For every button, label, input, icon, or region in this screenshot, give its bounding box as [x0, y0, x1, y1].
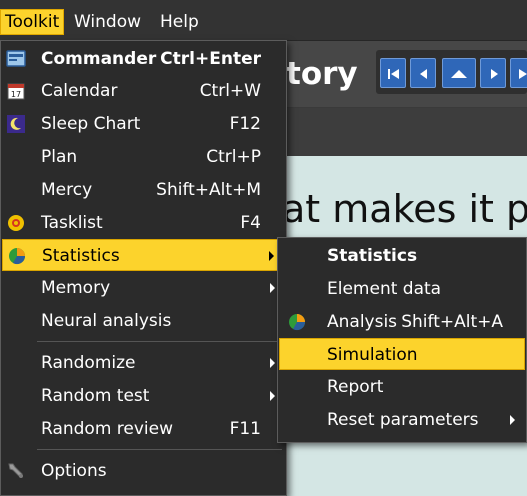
menu-item-label: Report	[327, 377, 384, 397]
shortcut-label: Ctrl+Enter	[160, 49, 261, 69]
menu-item-calendar[interactable]: 17 Calendar Ctrl+W	[2, 75, 285, 107]
submenu-item-element-data[interactable]: Element data	[279, 273, 525, 305]
menu-item-random-test[interactable]: Random test	[2, 380, 285, 412]
menu-separator	[37, 341, 282, 342]
menu-item-label: Options	[41, 461, 107, 481]
menu-item-randomize[interactable]: Randomize	[2, 347, 285, 379]
tasklist-icon	[6, 213, 26, 233]
menubar-help[interactable]: Help	[156, 9, 203, 35]
menu-item-label: Sleep Chart	[41, 114, 141, 134]
window-title: tory	[286, 56, 358, 92]
shortcut-label: F12	[229, 114, 261, 134]
menu-item-label: Commander	[41, 49, 157, 69]
menu-item-label: Randomize	[41, 353, 136, 373]
menu-item-label: Statistics	[327, 246, 418, 266]
submenu-arrow-icon	[270, 391, 275, 401]
shortcut-label: F11	[229, 419, 261, 439]
menu-item-commander[interactable]: Commander Ctrl+Enter	[2, 43, 285, 75]
menu-item-options[interactable]: Options	[2, 455, 285, 487]
submenu-item-reset-parameters[interactable]: Reset parameters	[279, 404, 525, 436]
statistics-submenu: Statistics Element data Analysis Shift+A…	[277, 237, 527, 443]
menu-item-label: Random test	[41, 386, 150, 406]
app-band	[286, 108, 527, 157]
shortcut-label: Shift+Alt+A	[401, 312, 503, 332]
submenu-item-analysis[interactable]: Analysis Shift+Alt+A	[279, 306, 525, 338]
submenu-arrow-icon	[270, 283, 275, 293]
next-icon[interactable]	[480, 58, 506, 88]
svg-text:17: 17	[11, 90, 21, 99]
menu-item-label: Element data	[327, 279, 442, 299]
wrench-icon	[6, 461, 26, 481]
content-text: at makes it p	[282, 187, 527, 231]
menu-item-label: Neural analysis	[41, 311, 172, 331]
menu-item-random-review[interactable]: Random review F11	[2, 413, 285, 445]
submenu-arrow-icon	[269, 251, 274, 261]
navigation-buttons	[376, 50, 527, 94]
submenu-item-simulation[interactable]: Simulation	[279, 338, 525, 370]
menu-item-plan[interactable]: Plan Ctrl+P	[2, 141, 285, 173]
menubar-toolkit[interactable]: Toolkit	[0, 9, 65, 35]
analysis-icon	[287, 312, 307, 332]
shortcut-label: Ctrl+W	[199, 81, 261, 101]
up-icon[interactable]	[442, 58, 476, 88]
menu-item-label: Memory	[41, 278, 111, 298]
menu-item-label: Statistics	[42, 246, 120, 266]
submenu-item-report[interactable]: Report	[279, 371, 525, 403]
menu-item-label: Analysis	[327, 312, 398, 332]
submenu-arrow-icon	[270, 358, 275, 368]
toolkit-menu: Commander Ctrl+Enter 17 Calendar Ctrl+W …	[0, 40, 287, 496]
menu-item-label: Simulation	[327, 345, 418, 365]
menu-bar: Toolkit Window Help	[0, 0, 527, 41]
menubar-window[interactable]: Window	[70, 9, 145, 35]
menu-item-label: Mercy	[41, 180, 93, 200]
menu-item-label: Random review	[41, 419, 174, 439]
menu-item-statistics[interactable]: Statistics	[2, 239, 285, 271]
menu-item-label: Tasklist	[41, 213, 103, 233]
menu-item-label: Calendar	[41, 81, 118, 101]
calendar-icon: 17	[6, 81, 26, 101]
sleep-chart-icon	[6, 114, 26, 134]
commander-icon	[6, 49, 26, 69]
shortcut-label: Ctrl+P	[206, 147, 261, 167]
submenu-item-statistics[interactable]: Statistics	[279, 240, 525, 272]
menu-item-neural-analysis[interactable]: Neural analysis	[2, 305, 285, 337]
shortcut-label: Shift+Alt+M	[156, 180, 261, 200]
prev-icon[interactable]	[410, 58, 436, 88]
first-icon[interactable]	[380, 58, 406, 88]
submenu-arrow-icon	[510, 415, 515, 425]
menu-item-tasklist[interactable]: Tasklist F4	[2, 207, 285, 239]
menu-item-label: Plan	[41, 147, 78, 167]
shortcut-label: F4	[240, 213, 261, 233]
menu-item-mercy[interactable]: Mercy Shift+Alt+M	[2, 174, 285, 206]
menu-separator	[37, 449, 282, 450]
menu-item-sleep-chart[interactable]: Sleep Chart F12	[2, 108, 285, 140]
menu-item-label: Reset parameters	[327, 410, 479, 430]
last-icon[interactable]	[510, 58, 527, 88]
menu-item-memory[interactable]: Memory	[2, 272, 285, 304]
statistics-icon	[7, 246, 27, 266]
